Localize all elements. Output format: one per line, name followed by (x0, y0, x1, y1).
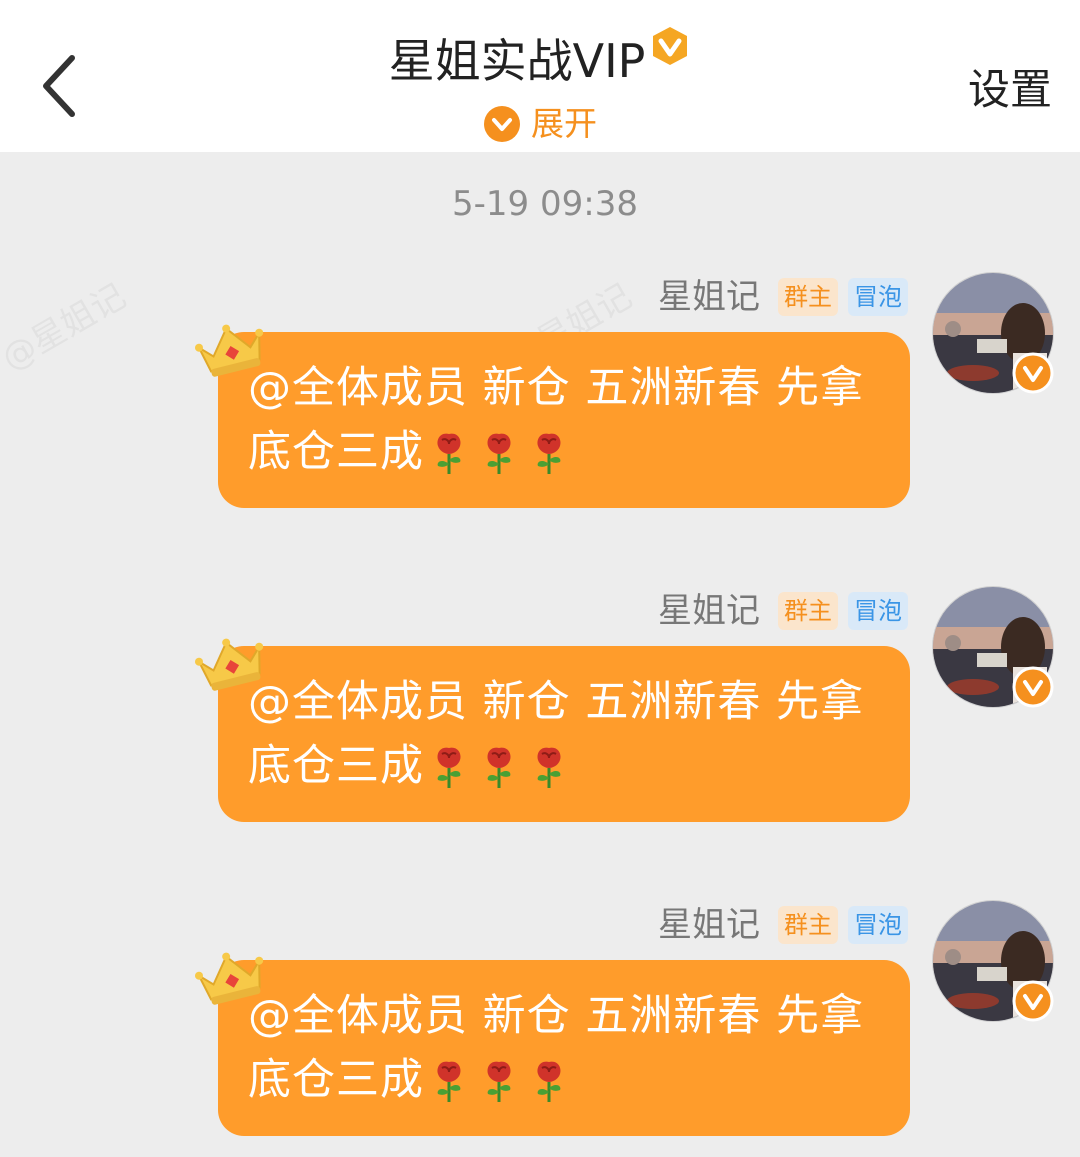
verified-v-icon (1012, 980, 1054, 1026)
rose-emoji-icon (537, 1061, 561, 1102)
chat-screen: @星姐记 @星姐记 星姐实战VIP (0, 0, 1080, 1157)
sender-name[interactable]: 星姐记 (658, 587, 760, 635)
message-item: 星姐记 群主 冒泡 @全体成员 新仓 五洲新春 先拿底仓三成 (0, 900, 1080, 1157)
rose-emojis (428, 428, 570, 476)
message-item: 星姐记 群主 冒泡 @全体成员 新仓 五洲新春 先拿底仓三成 (0, 272, 1080, 542)
rose-emojis (428, 742, 570, 790)
sender-row: 星姐记 群主 冒泡 (658, 586, 908, 636)
owner-tag: 群主 (778, 906, 838, 944)
chevron-down-circle-icon (484, 106, 520, 142)
rose-emoji-icon (537, 433, 561, 474)
bubble-tag: 冒泡 (848, 906, 908, 944)
rose-emoji-icon (537, 747, 561, 788)
crown-icon (194, 318, 268, 382)
bubble-tag: 冒泡 (848, 278, 908, 316)
avatar[interactable] (932, 900, 1054, 1022)
sender-name[interactable]: 星姐记 (658, 273, 760, 321)
crown-icon (194, 632, 268, 696)
avatar[interactable] (932, 586, 1054, 708)
message-bubble[interactable]: @全体成员 新仓 五洲新春 先拿底仓三成 (218, 646, 910, 822)
rose-emoji-icon (437, 433, 461, 474)
rose-emojis (428, 1056, 570, 1104)
message-text: @全体成员 新仓 五洲新春 先拿底仓三成 (248, 356, 898, 484)
group-title: 星姐实战VIP (388, 34, 646, 88)
avatar[interactable] (932, 272, 1054, 394)
page-title: 星姐实战VIP (388, 27, 692, 92)
sender-row: 星姐记 群主 冒泡 (658, 272, 908, 322)
rose-emoji-icon (487, 1061, 511, 1102)
rose-emoji-icon (437, 1061, 461, 1102)
rose-emoji-icon (487, 433, 511, 474)
chat-header: 星姐实战VIP 展开 设置 (0, 0, 1080, 152)
expand-label: 展开 (531, 104, 597, 143)
settings-button[interactable]: 设置 (968, 60, 1052, 120)
title-area: 星姐实战VIP (0, 27, 1080, 92)
rose-emoji-icon (487, 747, 511, 788)
verified-v-icon (1012, 352, 1054, 398)
crown-icon (194, 946, 268, 1010)
owner-tag: 群主 (778, 278, 838, 316)
expand-toggle[interactable]: 展开 (0, 100, 1080, 148)
message-text: @全体成员 新仓 五洲新春 先拿底仓三成 (248, 984, 898, 1112)
message-item: 星姐记 群主 冒泡 @全体成员 新仓 五洲新春 先拿底仓三成 (0, 586, 1080, 856)
sender-name[interactable]: 星姐记 (658, 901, 760, 949)
verified-v-icon (1012, 666, 1054, 712)
message-bubble[interactable]: @全体成员 新仓 五洲新春 先拿底仓三成 (218, 960, 910, 1136)
sender-row: 星姐记 群主 冒泡 (658, 900, 908, 950)
vip-badge-icon (649, 20, 691, 82)
message-bubble[interactable]: @全体成员 新仓 五洲新春 先拿底仓三成 (218, 332, 910, 508)
message-text: @全体成员 新仓 五洲新春 先拿底仓三成 (248, 670, 898, 798)
owner-tag: 群主 (778, 592, 838, 630)
rose-emoji-icon (437, 747, 461, 788)
message-timestamp: 5-19 09:38 (452, 184, 638, 224)
bubble-tag: 冒泡 (848, 592, 908, 630)
